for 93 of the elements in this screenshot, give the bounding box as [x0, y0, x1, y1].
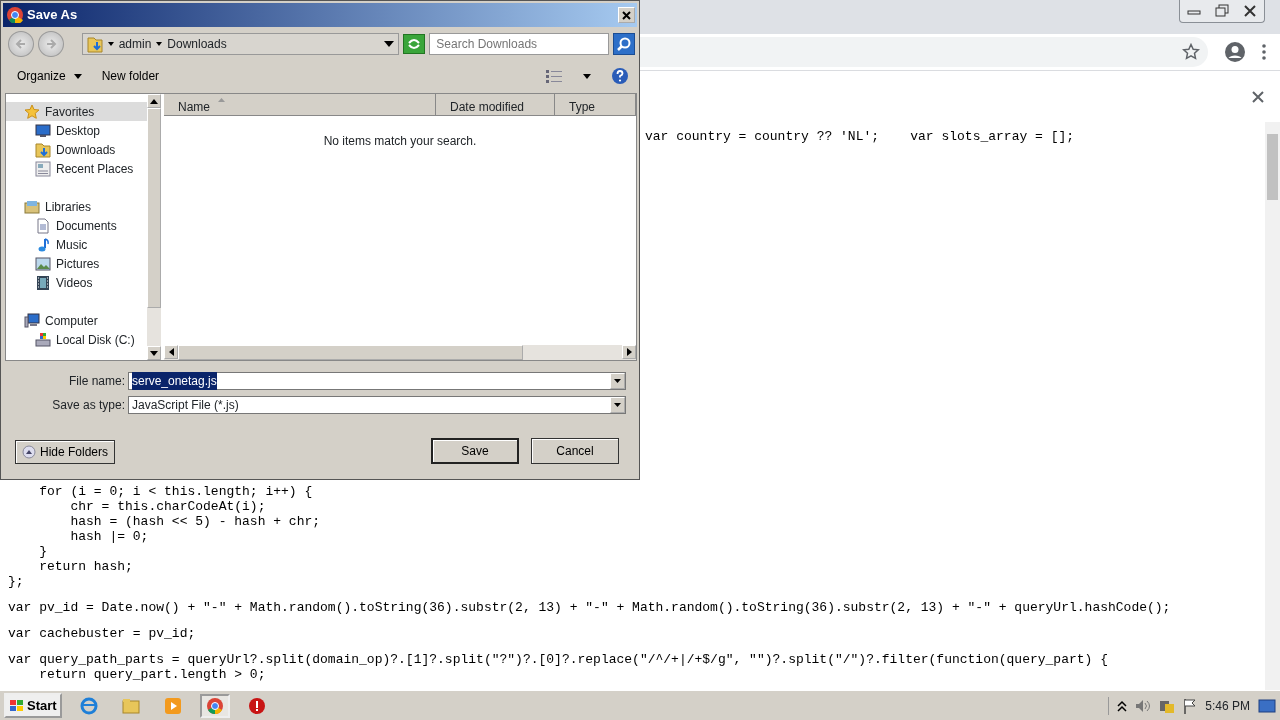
- recent-places-icon: [35, 160, 51, 177]
- refresh-icon: [407, 38, 422, 50]
- right-arrow-icon: [44, 38, 57, 50]
- clock: 5:46 PM: [1205, 697, 1250, 715]
- code-line: var country = country ?? 'NL'; var slots_array = [];: [645, 129, 1075, 144]
- code-line: return hash;: [38, 559, 134, 574]
- file-type-dropdown[interactable]: JavaScript File (*.js): [128, 396, 626, 414]
- up-chevron-icon: [22, 445, 36, 459]
- nav-item[interactable]: Favorites: [6, 102, 148, 121]
- document-icon: [35, 217, 51, 234]
- cancel-button[interactable]: Cancel: [531, 438, 619, 464]
- search-icon: [617, 37, 632, 51]
- up-arrow-icon[interactable]: [150, 98, 159, 104]
- close-icon: [622, 10, 631, 20]
- search-field[interactable]: Search Downloads: [429, 33, 610, 55]
- chevron-icon[interactable]: [1117, 699, 1128, 712]
- code-line: }: [38, 544, 48, 559]
- code-line: var pv_id = Date.now() + "-" + Math.random().toString(36).substr(2, 13) + "-" + Math.random().toString(36).substr(2, 13) + "-" + queryUrl.hashCode();: [8, 600, 1172, 615]
- globe-icon[interactable]: [79, 696, 98, 715]
- nav-item[interactable]: Libraries: [6, 197, 148, 216]
- caret-icon[interactable]: [156, 41, 163, 47]
- nav-item[interactable]: Downloads: [6, 140, 148, 159]
- code-line: chr = this.charCodeAt(i);: [69, 499, 267, 514]
- left-arrow-icon: [14, 38, 27, 50]
- file-name-field[interactable]: serve_onetag.js: [128, 372, 626, 390]
- search-button[interactable]: [613, 33, 635, 55]
- dropdown-icon[interactable]: [614, 379, 621, 383]
- close-icon[interactable]: [1252, 90, 1264, 103]
- column-header[interactable]: Date modified: [436, 94, 555, 115]
- code-line: for (i = 0; i < this.length; i++) {: [38, 484, 314, 499]
- nav-item[interactable]: Music: [6, 235, 148, 254]
- start-button[interactable]: Start: [4, 692, 62, 719]
- download-folder-icon: [86, 35, 103, 53]
- dropdown-icon[interactable]: [384, 41, 395, 47]
- new-folder-button[interactable]: New folder: [101, 67, 160, 85]
- warning-icon[interactable]: [247, 696, 266, 715]
- dropdown-icon[interactable]: [614, 403, 621, 407]
- library-folder-icon: [24, 198, 40, 215]
- speaker-icon[interactable]: [1135, 698, 1152, 713]
- restore-icon[interactable]: [1214, 3, 1230, 19]
- field-label: Save as type:: [51, 397, 126, 414]
- code-line: hash = (hash << 5) - hash + chr;: [69, 514, 322, 529]
- scrollbar[interactable]: [1265, 122, 1280, 690]
- browser-icon[interactable]: [205, 696, 224, 715]
- menu-icon[interactable]: [1262, 44, 1266, 60]
- address-bar[interactable]: admin Downloads: [81, 33, 400, 55]
- download-folder-icon: [35, 141, 51, 158]
- column-header[interactable]: Name: [164, 94, 436, 115]
- view-list-icon[interactable]: [545, 69, 563, 83]
- field-label: File name:: [67, 373, 126, 390]
- drive-icon: [35, 331, 51, 348]
- code-line: var cachebuster = pv_id;: [8, 626, 197, 641]
- organize-menu[interactable]: Organize: [17, 67, 82, 85]
- refresh-button[interactable]: [403, 34, 426, 54]
- nav-item[interactable]: Local Disk (C:): [6, 330, 148, 349]
- show-desktop-icon[interactable]: [1258, 698, 1276, 713]
- nav-item[interactable]: Pictures: [6, 254, 148, 273]
- nav-item[interactable]: Documents: [6, 216, 148, 235]
- right-arrow-icon[interactable]: [626, 348, 632, 356]
- close-icon[interactable]: [1242, 3, 1258, 19]
- computer-icon: [24, 312, 40, 329]
- landscape-picture-icon: [35, 255, 51, 272]
- nav-item[interactable]: Computer: [6, 311, 148, 330]
- breadcrumb-item[interactable]: admin: [118, 35, 152, 53]
- nav-item[interactable]: Videos: [6, 273, 148, 292]
- windows-logo-icon: [9, 698, 25, 713]
- help-icon[interactable]: [611, 67, 629, 85]
- down-arrow-icon[interactable]: [150, 350, 159, 356]
- close-button[interactable]: [618, 7, 635, 23]
- scrollbar[interactable]: [164, 345, 636, 360]
- browser-icon: [7, 7, 23, 23]
- flag-icon[interactable]: [1183, 697, 1198, 714]
- nav-item[interactable]: Recent Places: [6, 159, 148, 178]
- save-button[interactable]: Save: [431, 438, 519, 464]
- breadcrumb-item[interactable]: Downloads: [167, 35, 227, 53]
- star-icon[interactable]: [1182, 43, 1200, 61]
- code-line: return query_part.length > 0;: [38, 667, 267, 682]
- code-line: };: [8, 574, 25, 589]
- window-title: Save As: [27, 6, 78, 25]
- hide-folders-button[interactable]: Hide Folders: [15, 440, 116, 464]
- column-header[interactable]: Type: [555, 94, 636, 115]
- dropdown-icon[interactable]: [583, 73, 591, 79]
- nav-item[interactable]: Desktop: [6, 121, 148, 140]
- scrollbar[interactable]: [147, 94, 161, 360]
- left-arrow-icon[interactable]: [168, 348, 174, 356]
- star-icon: [24, 103, 40, 120]
- desktop-icon: [35, 122, 51, 139]
- caret-icon[interactable]: [107, 41, 114, 47]
- empty-message: No items match your search.: [323, 134, 477, 148]
- code-line: var query_path_parts = queryUrl?.split(domain_op)?.[1]?.split("?")?.[0]?.replace("/^/+|/+$/g", "")?.split("/")?.filter(function(query_part) {: [8, 652, 1109, 667]
- code-line: hash |= 0;: [69, 529, 150, 544]
- film-strip-icon: [35, 274, 51, 291]
- account-icon[interactable]: [1224, 41, 1246, 63]
